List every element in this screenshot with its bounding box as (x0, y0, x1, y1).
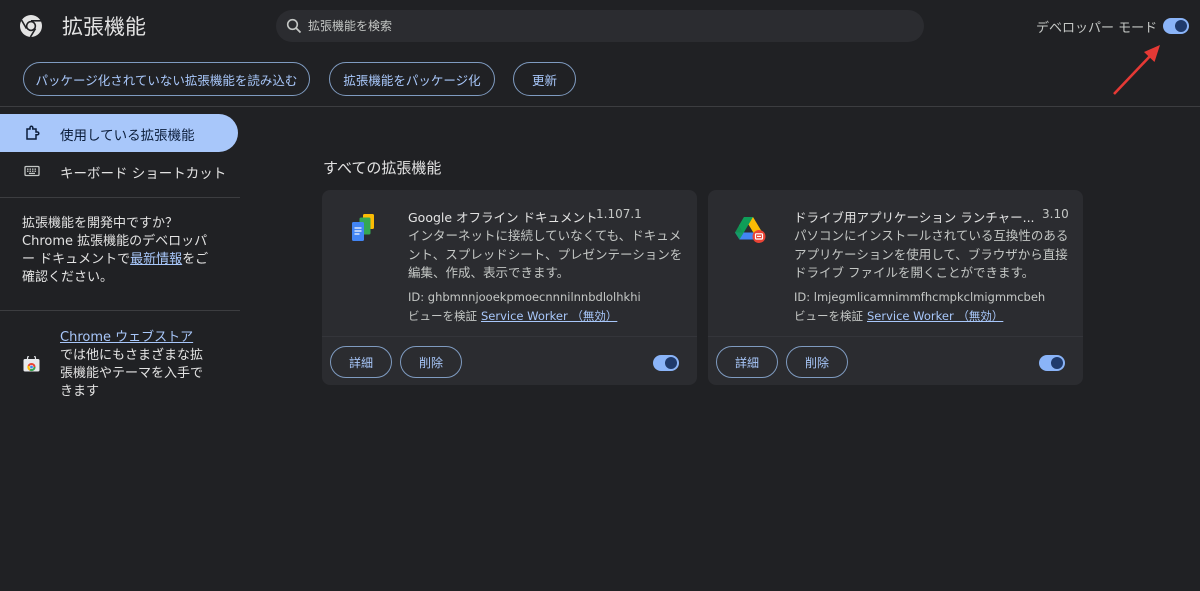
sidebar-item-keyboard-shortcuts[interactable]: キーボード ショートカット (0, 152, 238, 190)
toggle-knob (1175, 20, 1187, 32)
toolbar-divider (0, 106, 1200, 107)
extension-card: Google オフライン ドキュメント 1.107.1 インターネットに接続して… (322, 190, 697, 385)
sidebar-item-label: 使用している拡張機能 (60, 128, 195, 144)
card-divider (322, 336, 697, 337)
top-header: 拡張機能 デベロッパー モード (0, 0, 1200, 52)
sidebar-divider (0, 310, 240, 311)
remove-button[interactable]: 削除 (786, 346, 848, 378)
search-icon (286, 18, 302, 34)
drive-launcher-icon (735, 217, 766, 243)
chrome-web-store-link[interactable]: Chrome ウェブストア (60, 330, 193, 345)
details-button[interactable]: 詳細 (716, 346, 778, 378)
extension-description: パソコンにインストールされている互換性のあるアプリケーションを使用して、ブラウザ… (794, 228, 1069, 280)
keyboard-icon (24, 165, 40, 177)
extension-description: インターネットに接続していなくても、ドキュメント、スプレッドシート、プレゼンテー… (408, 228, 683, 280)
extension-version: 3.10 (1042, 207, 1069, 221)
puzzle-icon (26, 125, 40, 140)
search-bar[interactable] (276, 10, 924, 42)
google-docs-offline-icon (352, 214, 374, 241)
service-worker-link[interactable]: Service Worker （無効） (481, 309, 617, 323)
sidebar-divider (0, 197, 240, 198)
toggle-knob (665, 357, 677, 369)
extension-name: ドライブ用アプリケーション ランチャー... (794, 210, 1035, 225)
extension-enable-toggle[interactable] (653, 355, 679, 371)
extension-card: ドライブ用アプリケーション ランチャー... 3.10 パソコンにインストールさ… (708, 190, 1083, 385)
sidebar-item-label: キーボード ショートカット (60, 166, 227, 182)
extension-name: Google オフライン ドキュメント (408, 210, 598, 225)
extension-enable-toggle[interactable] (1039, 355, 1065, 371)
extension-version: 1.107.1 (596, 207, 642, 221)
pack-extension-button[interactable]: 拡張機能をパッケージ化 (329, 62, 495, 96)
card-divider (708, 336, 1083, 337)
developer-docs-text: 拡張機能を開発中ですか？Chrome 拡張機能のデベロッパー ドキュメントで最新… (22, 216, 209, 285)
sidebar-item-my-extensions[interactable]: 使用している拡張機能 (0, 114, 238, 152)
developer-mode-toggle[interactable] (1163, 18, 1189, 34)
load-unpacked-button[interactable]: パッケージ化されていない拡張機能を読み込む (23, 62, 310, 96)
developer-mode-label: デベロッパー モード (1036, 21, 1158, 36)
extension-id: ID: lmjegmlicamnimmfhcmpkclmigmmcbeh (794, 290, 1046, 304)
toggle-knob (1051, 357, 1063, 369)
page-title: 拡張機能 (62, 15, 146, 39)
inspect-views: ビューを検証 Service Worker （無効） (794, 309, 1004, 323)
remove-button[interactable]: 削除 (400, 346, 462, 378)
section-title: すべての拡張機能 (323, 159, 442, 177)
service-worker-link[interactable]: Service Worker （無効） (867, 309, 1003, 323)
chrome-web-store-icon (23, 356, 40, 372)
update-button[interactable]: 更新 (513, 62, 576, 96)
extension-id: ID: ghbmnnjooekpmoecnnnilnnbdlolhkhi (408, 290, 641, 304)
latest-info-link[interactable]: 最新情報 (130, 252, 182, 267)
inspect-views: ビューを検証 Service Worker （無効） (408, 309, 618, 323)
web-store-text: Chrome ウェブストア では他にもさまざまな拡張機能やテーマを入手できます (60, 330, 204, 399)
annotation-arrow-icon (1113, 45, 1160, 95)
details-button[interactable]: 詳細 (330, 346, 392, 378)
chrome-logo-icon (20, 15, 42, 38)
search-input[interactable] (308, 10, 908, 42)
